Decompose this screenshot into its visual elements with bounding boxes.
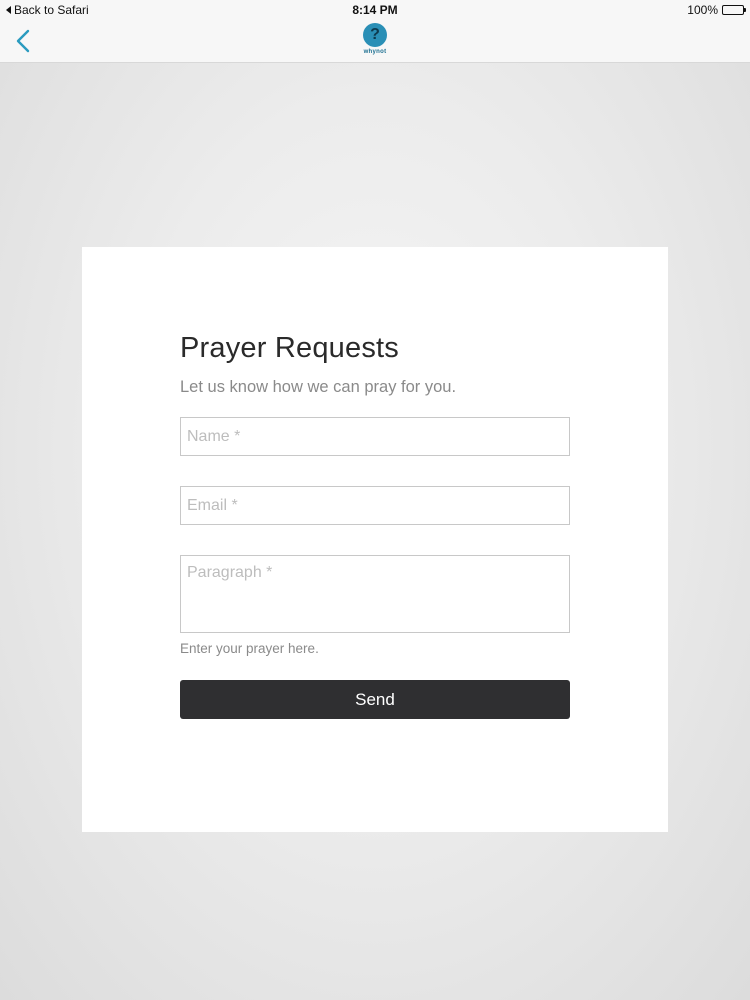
page-title: Prayer Requests: [180, 332, 399, 364]
battery-percent: 100%: [687, 3, 718, 17]
clock: 8:14 PM: [352, 3, 398, 17]
paragraph-helper-text: Enter your prayer here.: [180, 641, 319, 656]
back-button[interactable]: [12, 26, 38, 56]
logo: ? whynot: [352, 23, 398, 61]
email-input[interactable]: [180, 486, 570, 525]
status-bar: Back to Safari 8:14 PM 100%: [0, 0, 750, 20]
logo-question-icon: ?: [363, 23, 387, 47]
name-input[interactable]: [180, 417, 570, 456]
logo-text: whynot: [363, 49, 387, 55]
battery-status: 100%: [687, 3, 746, 17]
nav-bar: ? whynot: [0, 20, 750, 63]
send-button[interactable]: Send: [180, 680, 570, 719]
chevron-left-icon: [16, 29, 30, 53]
battery-icon: [722, 5, 746, 15]
prayer-request-form: Prayer Requests Let us know how we can p…: [180, 331, 570, 719]
page-subtitle: Let us know how we can pray for you.: [180, 378, 457, 396]
paragraph-textarea[interactable]: [180, 555, 570, 633]
prayer-request-card: Prayer Requests Let us know how we can p…: [82, 247, 668, 832]
